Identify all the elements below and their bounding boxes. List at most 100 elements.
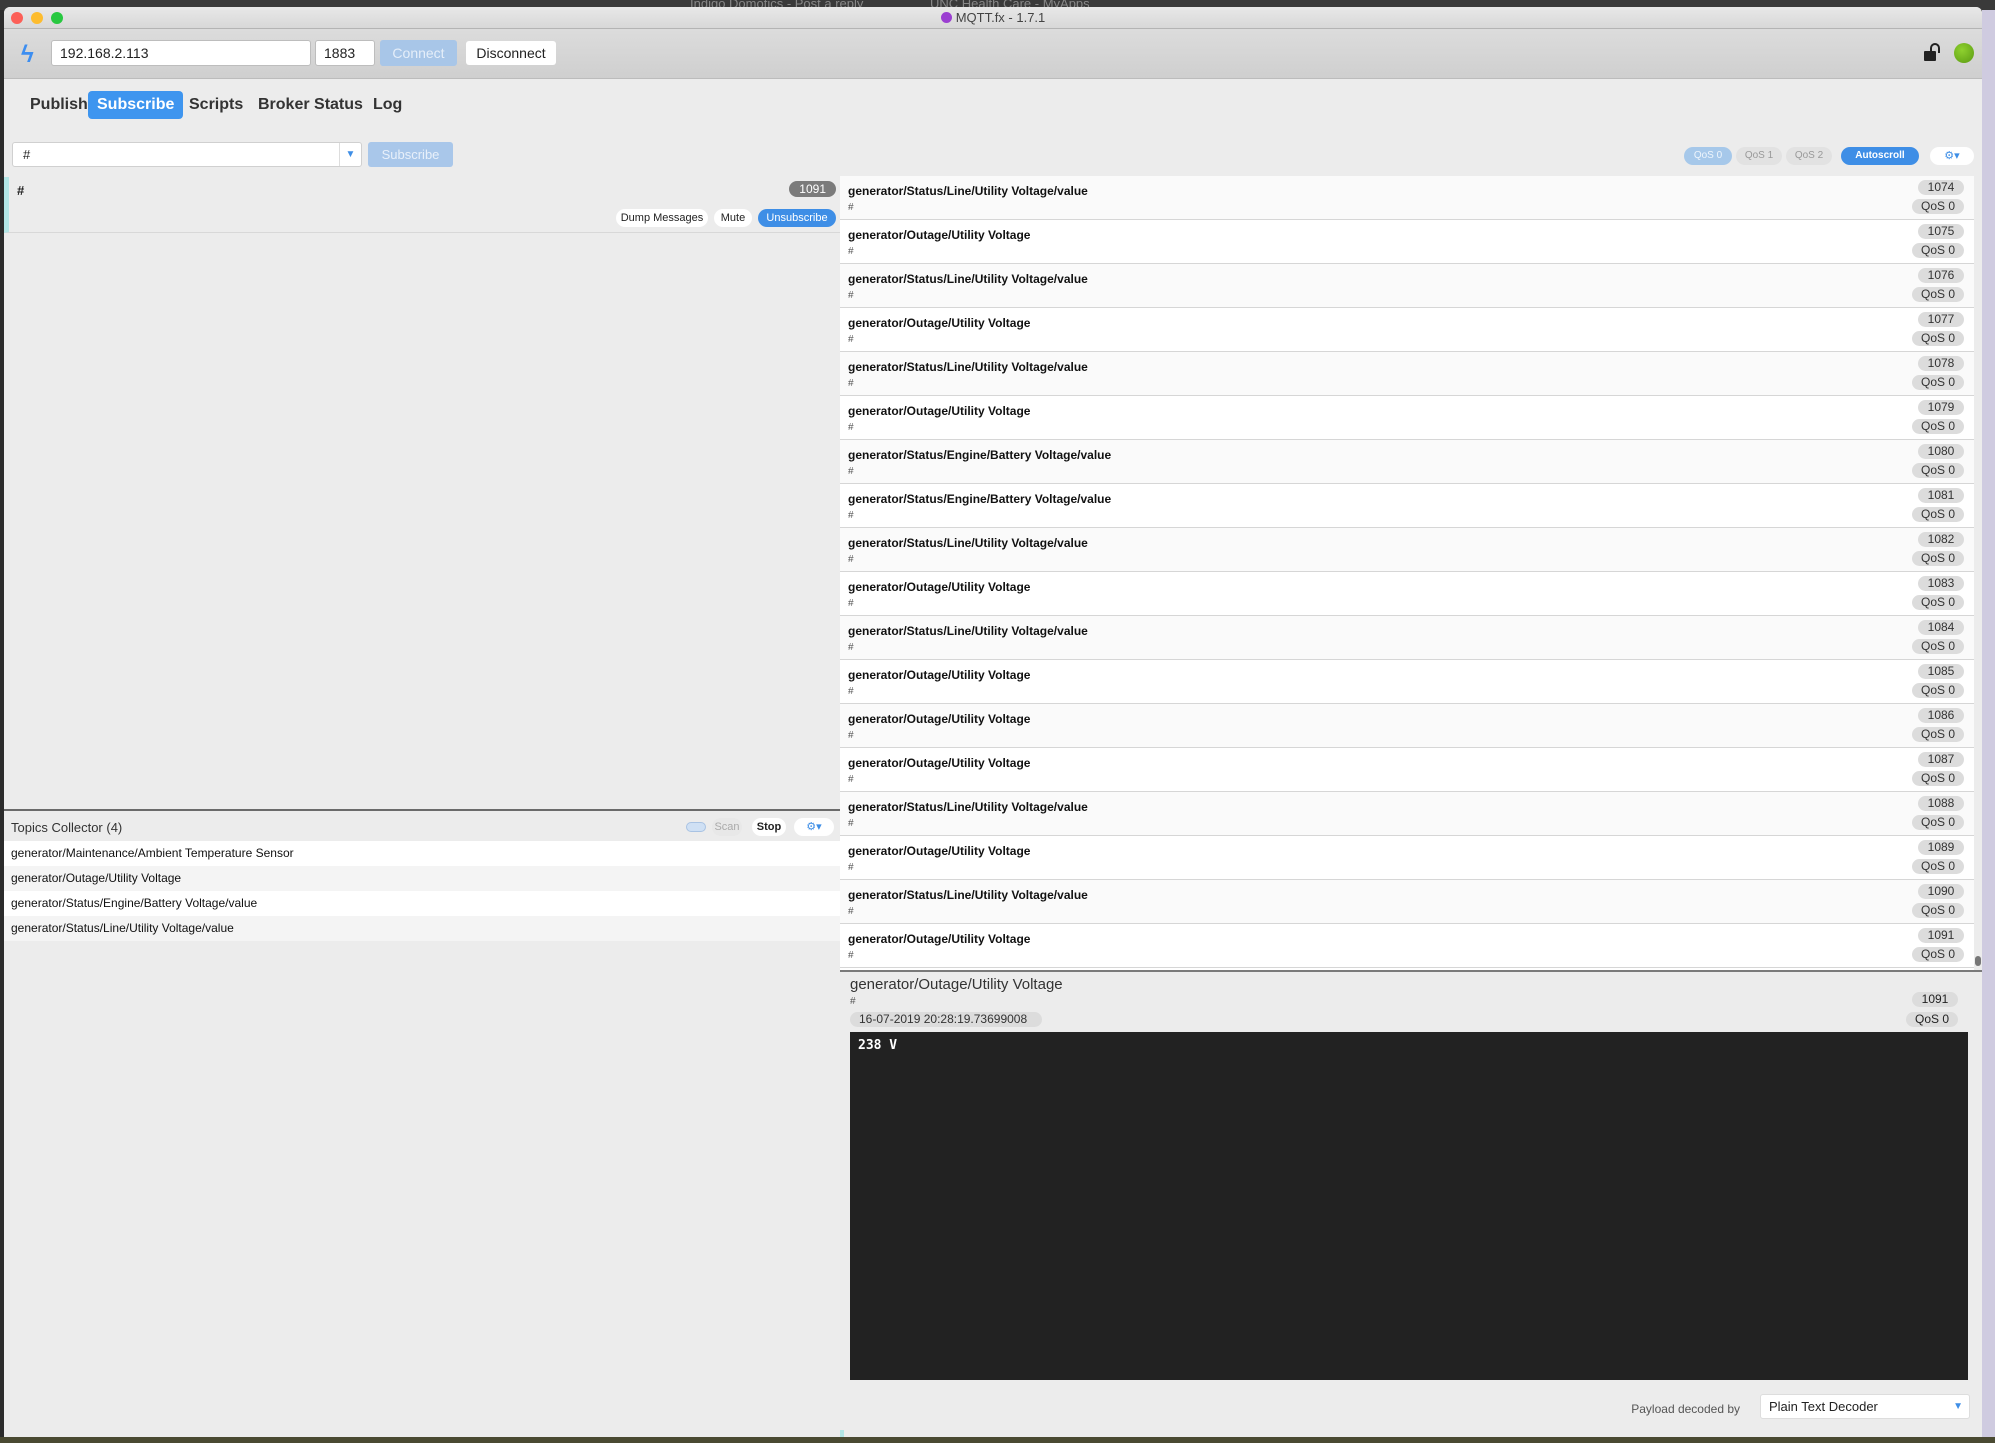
message-filter: #	[848, 598, 854, 609]
gear-icon: ⚙	[1944, 150, 1955, 162]
chevron-down-icon: ▾	[1954, 150, 1960, 162]
message-list-scrollbar[interactable]	[1974, 176, 1982, 970]
message-item[interactable]: generator/Status/Line/Utility Voltage/va…	[840, 880, 1974, 924]
message-id-badge: 1081	[1918, 488, 1964, 503]
message-topic: generator/Outage/Utility Voltage	[848, 844, 1031, 858]
topics-collector-list: generator/Maintenance/Ambient Temperatur…	[4, 841, 840, 941]
collected-topic-item[interactable]: generator/Status/Line/Utility Voltage/va…	[4, 916, 840, 941]
message-id-badge: 1087	[1918, 752, 1964, 767]
lightning-bolt-icon[interactable]: ϟ	[21, 41, 34, 69]
stop-button[interactable]: Stop	[752, 818, 786, 836]
message-filter: #	[848, 642, 854, 653]
payload-decoder-select[interactable]: Plain Text Decoder ▼	[1760, 1394, 1970, 1419]
subscribe-button[interactable]: Subscribe	[368, 142, 453, 167]
window-title: MQTT.fx - 1.7.1	[4, 10, 1982, 25]
message-id-badge: 1082	[1918, 532, 1964, 547]
disconnect-button[interactable]: Disconnect	[466, 41, 556, 65]
message-qos-badge: QoS 0	[1912, 727, 1964, 742]
message-item[interactable]: generator/Outage/Utility Voltage #1089 QoS…	[840, 836, 1974, 880]
message-filter: #	[848, 950, 854, 961]
message-topic: generator/Status/Line/Utility Voltage/va…	[848, 360, 1088, 374]
scan-button[interactable]: Scan	[712, 818, 742, 836]
desktop-background-right	[1982, 10, 1995, 1443]
message-qos-badge: QoS 0	[1912, 947, 1964, 962]
message-item[interactable]: generator/Outage/Utility Voltage #1087 QoS…	[840, 748, 1974, 792]
tab-broker-status[interactable]: Broker Status	[249, 91, 372, 119]
tab-log[interactable]: Log	[364, 91, 411, 119]
broker-port-input[interactable]	[315, 40, 375, 66]
app-icon	[940, 12, 952, 23]
message-item[interactable]: generator/Outage/Utility Voltage #1086 QoS…	[840, 704, 1974, 748]
connection-toolbar: ϟ Connect Disconnect	[4, 29, 1982, 79]
tab-publish[interactable]: Publish	[21, 91, 97, 119]
message-id-badge: 1080	[1918, 444, 1964, 459]
scrollbar-thumb[interactable]	[1975, 956, 1981, 966]
message-item[interactable]: generator/Status/Engine/Battery Voltage/…	[840, 440, 1974, 484]
message-item[interactable]: generator/Outage/Utility Voltage #1075 QoS…	[840, 220, 1974, 264]
message-qos-badge: QoS 0	[1912, 551, 1964, 566]
qos-2-toggle[interactable]: QoS 2	[1786, 147, 1832, 165]
message-filter: #	[848, 246, 854, 257]
decoder-value: Plain Text Decoder	[1769, 1399, 1878, 1414]
connect-button[interactable]: Connect	[380, 40, 457, 66]
main-tabs: Publish Subscribe Scripts Broker Status …	[4, 79, 1982, 131]
message-topic: generator/Status/Engine/Battery Voltage/…	[848, 492, 1112, 506]
message-id-badge: 1074	[1918, 180, 1964, 195]
message-id-badge: 1079	[1918, 400, 1964, 415]
subscription-item[interactable]: # 1091 Dump Messages Mute Unsubscribe	[4, 177, 840, 233]
message-item[interactable]: generator/Status/Engine/Battery Voltage/…	[840, 484, 1974, 528]
message-topic: generator/Status/Engine/Battery Voltage/…	[848, 448, 1112, 462]
autoscroll-toggle[interactable]: Autoscroll	[1841, 147, 1919, 165]
message-item[interactable]: generator/Outage/Utility Voltage #1085 QoS…	[840, 660, 1974, 704]
message-topic: generator/Outage/Utility Voltage	[848, 404, 1031, 418]
qos-0-toggle[interactable]: QoS 0	[1684, 147, 1732, 165]
broker-host-input[interactable]	[51, 40, 311, 66]
message-filter: #	[848, 466, 854, 477]
qos-1-toggle[interactable]: QoS 1	[1736, 147, 1782, 165]
message-item[interactable]: generator/Status/Line/Utility Voltage/va…	[840, 176, 1974, 220]
message-item[interactable]: generator/Status/Line/Utility Voltage/va…	[840, 616, 1974, 660]
message-topic: generator/Status/Line/Utility Voltage/va…	[848, 272, 1088, 286]
message-topic: generator/Outage/Utility Voltage	[848, 228, 1031, 242]
message-item[interactable]: generator/Status/Line/Utility Voltage/va…	[840, 264, 1974, 308]
tab-scripts[interactable]: Scripts	[180, 91, 252, 119]
message-item[interactable]: generator/Outage/Utility Voltage #1091 QoS…	[840, 924, 1974, 968]
payload-view[interactable]: 238 V	[850, 1032, 1968, 1380]
dump-messages-button[interactable]: Dump Messages	[616, 209, 708, 227]
settings-dropdown-button[interactable]: ⚙▾	[1930, 147, 1974, 165]
message-item[interactable]: generator/Outage/Utility Voltage #1077 QoS…	[840, 308, 1974, 352]
message-item[interactable]: generator/Outage/Utility Voltage #1079 QoS…	[840, 396, 1974, 440]
unsubscribe-button[interactable]: Unsubscribe	[758, 209, 836, 227]
message-id-badge: 1084	[1918, 620, 1964, 635]
message-filter: #	[848, 422, 854, 433]
collected-topic-item[interactable]: generator/Maintenance/Ambient Temperatur…	[4, 841, 840, 866]
message-count-badge: 1091	[789, 181, 836, 197]
message-qos-badge: QoS 0	[1912, 463, 1964, 478]
subscribe-topic-value[interactable]: #	[23, 147, 30, 162]
message-filter: #	[848, 290, 854, 301]
message-qos-badge: QoS 0	[1912, 375, 1964, 390]
subscribe-topic-combobox[interactable]: # ▼	[12, 142, 362, 167]
message-topic: generator/Outage/Utility Voltage	[848, 932, 1031, 946]
collected-topic-item[interactable]: generator/Outage/Utility Voltage	[4, 866, 840, 891]
message-id-badge: 1083	[1918, 576, 1964, 591]
message-item[interactable]: generator/Status/Line/Utility Voltage/va…	[840, 792, 1974, 836]
message-filter: #	[848, 862, 854, 873]
unlocked-padlock-icon	[1924, 43, 1940, 61]
message-filter: #	[848, 378, 854, 389]
message-filter: #	[848, 510, 854, 521]
subscribe-bar: # ▼ Subscribe QoS 0 QoS 1 QoS 2 Autoscro…	[4, 138, 1982, 174]
message-item[interactable]: generator/Status/Line/Utility Voltage/va…	[840, 528, 1974, 572]
message-item[interactable]: generator/Outage/Utility Voltage #1083 QoS…	[840, 572, 1974, 616]
message-filter: #	[848, 554, 854, 565]
mute-button[interactable]: Mute	[714, 209, 752, 227]
message-id-badge: 1077	[1918, 312, 1964, 327]
collected-topic-item[interactable]: generator/Status/Engine/Battery Voltage/…	[4, 891, 840, 916]
message-item[interactable]: generator/Status/Line/Utility Voltage/va…	[840, 352, 1974, 396]
tab-subscribe[interactable]: Subscribe	[88, 91, 184, 119]
chevron-down-icon[interactable]: ▼	[339, 143, 361, 166]
message-qos-badge: QoS 0	[1912, 287, 1964, 302]
message-list: generator/Status/Line/Utility Voltage/va…	[840, 176, 1974, 970]
topics-settings-button[interactable]: ⚙▾	[794, 818, 834, 836]
scan-toggle-switch[interactable]	[686, 822, 706, 832]
